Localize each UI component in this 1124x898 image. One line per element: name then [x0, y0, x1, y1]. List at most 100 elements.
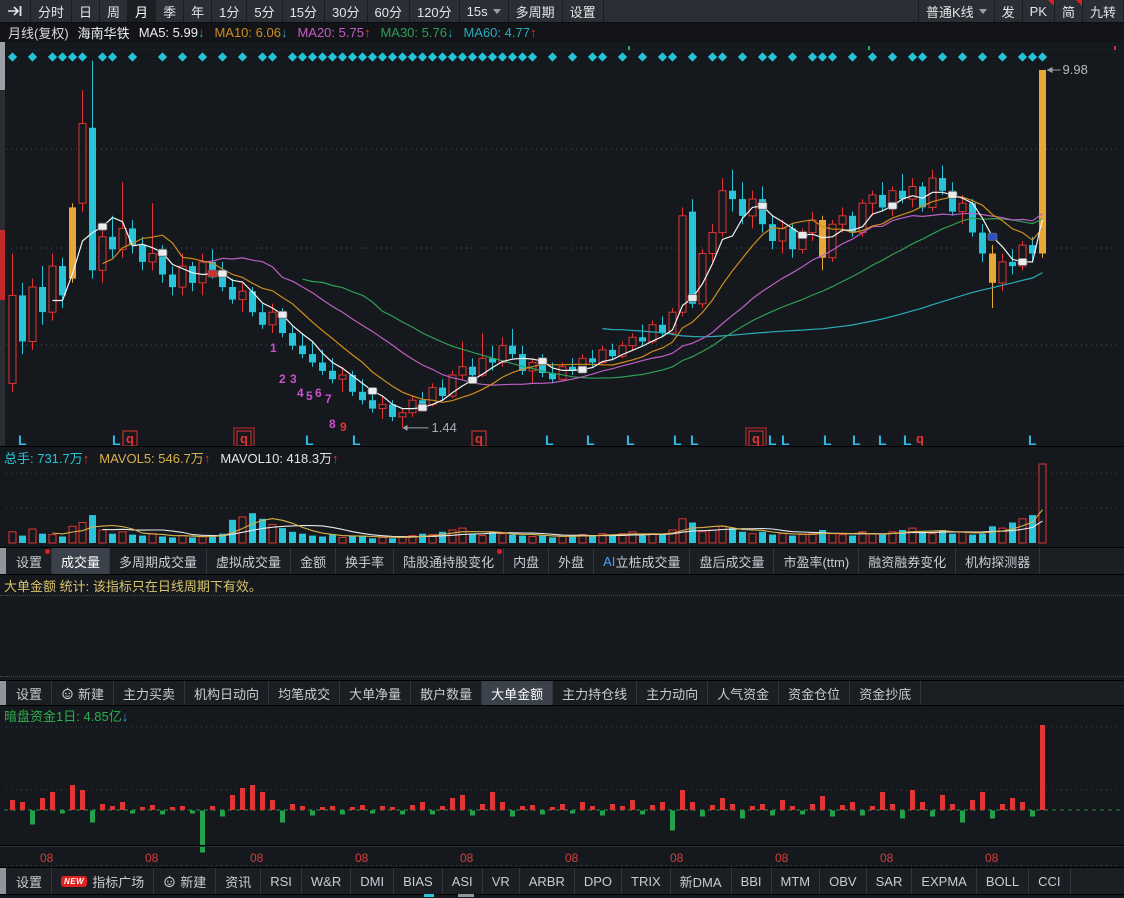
tab-tabbar3-2[interactable]: 新建 [154, 868, 217, 894]
svg-text:L: L [305, 432, 314, 446]
period-button-9[interactable]: 30分 [325, 0, 368, 22]
svg-text:5: 5 [306, 389, 313, 403]
period-button-3[interactable]: 月 [128, 0, 157, 22]
tab-tabbar1-13[interactable]: 机构探测器 [956, 548, 1041, 574]
tab-tabbar2-1[interactable]: 新建 [52, 681, 115, 705]
up-arrow-icon: ↑ [203, 451, 211, 466]
tab-tabbar1-10[interactable]: 盘后成交量 [690, 548, 775, 574]
simplified-label: 简 [1061, 4, 1075, 20]
tab-tabbar1-3[interactable]: 虚拟成交量 [207, 548, 292, 574]
tab-tabbar1-2[interactable]: 多周期成交量 [110, 548, 208, 574]
period-button-2[interactable]: 周 [100, 0, 129, 22]
tab-tabbar2-12[interactable]: 资金抄底 [850, 681, 922, 705]
tab-tabbar1-12[interactable]: 融资融券变化 [859, 548, 957, 574]
tab-tabbar3-7[interactable]: BIAS [394, 868, 443, 894]
svg-text:L: L [112, 432, 121, 446]
tab-label: VR [491, 873, 510, 889]
tab-tabbar3-1[interactable]: NEW 指标广场 [52, 868, 155, 894]
fund-flow-chart[interactable]: 08 08 08 08 08 08 08 08 08 08 [0, 722, 1124, 867]
svg-text:q: q [752, 431, 760, 446]
tab-tabbar3-13[interactable]: 新DMA [671, 868, 732, 894]
tab-tabbar3-12[interactable]: TRIX [622, 868, 671, 894]
tab-tabbar3-18[interactable]: EXPMA [912, 868, 977, 894]
tab-label: 盘后成交量 [699, 554, 765, 570]
tab-tabbar2-11[interactable]: 资金仓位 [779, 681, 851, 705]
tab-tabbar2-10[interactable]: 人气资金 [708, 681, 780, 705]
svg-text:L: L [781, 432, 790, 446]
tab-tabbar3-6[interactable]: DMI [351, 868, 395, 894]
tab-tabbar2-2[interactable]: 主力买卖 [114, 681, 186, 705]
tab-tabbar3-3[interactable]: 资讯 [216, 868, 262, 894]
tab-tabbar2-4[interactable]: 均笔成交 [269, 681, 341, 705]
period-button-5[interactable]: 年 [184, 0, 213, 22]
left-scrollbar[interactable] [0, 42, 5, 446]
jump-to-latest-button[interactable] [0, 0, 31, 22]
tab-tabbar1-1[interactable]: 成交量 [52, 548, 111, 574]
chevron-down-icon [492, 8, 501, 14]
tab-tabbar1-7[interactable]: 内盘 [504, 548, 550, 574]
pk-button[interactable]: PK [1023, 0, 1055, 22]
period-button-8[interactable]: 15分 [283, 0, 326, 22]
tab-tabbar3-10[interactable]: ARBR [520, 868, 575, 894]
tab-tabbar3-17[interactable]: SAR [867, 868, 913, 894]
scrollbar-thumb[interactable] [0, 42, 5, 90]
volume-header-item-0: 总手: 731.7万↑ [4, 451, 90, 466]
period-button-11[interactable]: 120分 [410, 0, 460, 22]
tab-label: TRIX [631, 873, 661, 889]
share-button[interactable]: 发 [995, 0, 1023, 22]
tab-tabbar3-15[interactable]: MTM [772, 868, 821, 894]
tab-tabbar1-8[interactable]: 外盘 [549, 548, 595, 574]
svg-text:L: L [903, 432, 912, 446]
volume-header-item-2: MAVOL10: 418.3万↑ [220, 451, 339, 466]
tab-tabbar3-16[interactable]: OBV [820, 868, 867, 894]
tab-tabbar3-4[interactable]: RSI [261, 868, 302, 894]
tab-label: 虚拟成交量 [216, 554, 282, 570]
tab-tabbar2-9[interactable]: 主力动向 [637, 681, 709, 705]
kline-type-dropdown[interactable]: 普通K线 [917, 0, 995, 22]
tab-tabbar3-19[interactable]: BOLL [977, 868, 1030, 894]
tab-tabbar1-0[interactable]: 设置 [7, 548, 53, 574]
dark-pool-label: 暗盘资金1日: [4, 709, 80, 724]
tab-tabbar2-8[interactable]: 主力持仓线 [553, 681, 638, 705]
tab-tabbar3-11[interactable]: DPO [575, 868, 623, 894]
interval-dropdown[interactable]: 15s [460, 0, 509, 22]
tab-tabbar1-6[interactable]: 陆股通持股变化 [394, 548, 505, 574]
robot-icon [164, 875, 175, 887]
tab-tabbar1-5[interactable]: 换手率 [336, 548, 395, 574]
period-button-4[interactable]: 季 [156, 0, 185, 22]
tab-tabbar2-0[interactable]: 设置 [7, 681, 53, 705]
simplified-button[interactable]: 简 [1055, 0, 1083, 22]
tab-tabbar2-7[interactable]: 大单金额 [482, 681, 554, 705]
candlestick-chart[interactable]: L Lq q L Lq L L L L Lq L L L L L Lq L12 34 5 6 78 9 1.449.98 [0, 42, 1124, 446]
toolbar-settings-button[interactable]: 设置 [563, 0, 604, 22]
tab-tabbar2-3[interactable]: 机构日动向 [185, 681, 270, 705]
tab-label: RSI [270, 873, 292, 889]
tab-label: 资讯 [225, 874, 252, 890]
tab-tabbar3-9[interactable]: VR [483, 868, 520, 894]
period-button-6[interactable]: 1分 [212, 0, 248, 22]
period-button-10[interactable]: 60分 [368, 0, 410, 22]
tab-tabbar1-4[interactable]: 金额 [291, 548, 337, 574]
tab-tabbar3-14[interactable]: BBI [732, 868, 772, 894]
period-button-0[interactable]: 分时 [31, 0, 73, 22]
tab-tabbar2-5[interactable]: 大单净量 [340, 681, 412, 705]
tab-label: 资金仓位 [788, 686, 841, 702]
tab-tabbar2-6[interactable]: 散户数量 [411, 681, 483, 705]
jump-arrow-icon [8, 6, 22, 16]
tab-tabbar3-20[interactable]: CCI [1029, 868, 1071, 894]
tab-tabbar3-0[interactable]: 设置 [7, 868, 53, 894]
tab-label: 设置 [16, 874, 43, 890]
volume-header: 总手: 731.7万↑ MAVOL5: 546.7万↑ MAVOL10: 418.3… [4, 448, 339, 467]
tab-tabbar3-8[interactable]: ASI [443, 868, 483, 894]
up-arrow-icon: ↑ [363, 24, 371, 40]
nine-turn-button[interactable]: 九转 [1083, 0, 1124, 22]
period-button-1[interactable]: 日 [72, 0, 101, 22]
tab-tabbar1-9[interactable]: AI 立桩成交量 [594, 548, 691, 574]
tab-tabbar3-5[interactable]: W&R [302, 868, 352, 894]
multi-period-button[interactable]: 多周期 [509, 0, 563, 22]
svg-text:08: 08 [670, 851, 684, 865]
svg-text:8: 8 [329, 417, 336, 431]
big-order-title: 大单金额 [4, 579, 57, 594]
period-button-7[interactable]: 5分 [247, 0, 283, 22]
tab-tabbar1-11[interactable]: 市盈率(ttm) [774, 548, 860, 574]
